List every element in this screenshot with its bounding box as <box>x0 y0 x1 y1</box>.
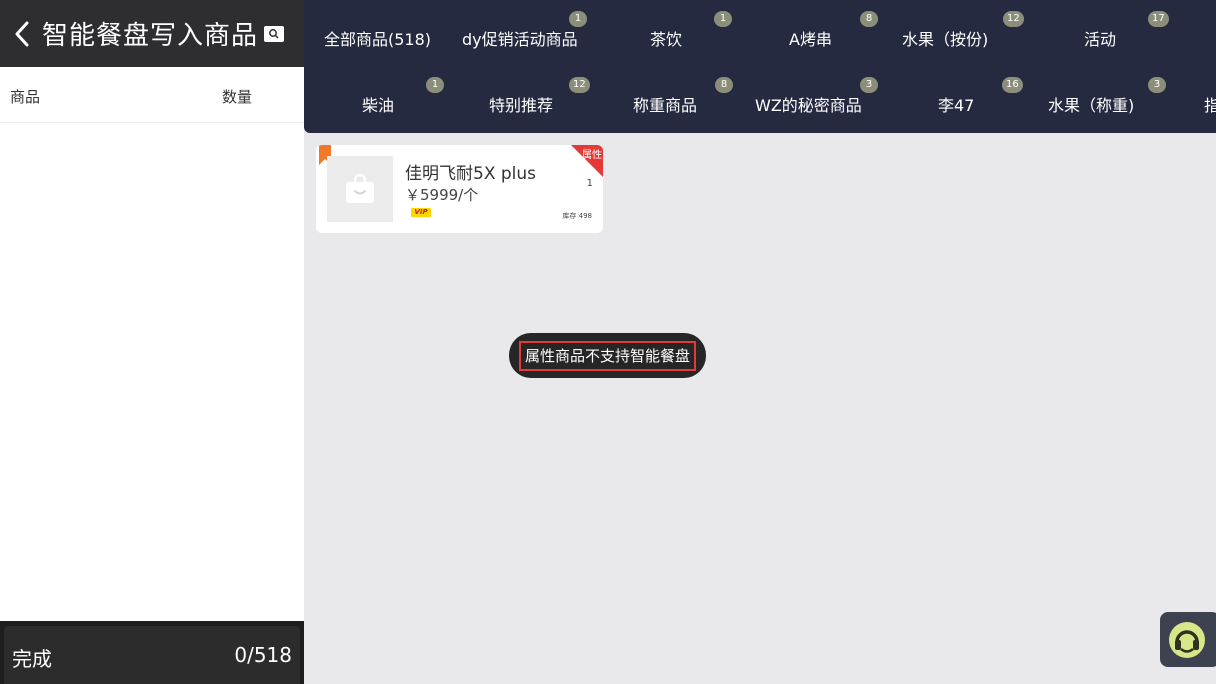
category-badge: 8 <box>860 11 878 27</box>
category-tab-tea[interactable]: 茶饮 1 <box>594 0 740 66</box>
category-label: 水果（按份) <box>902 30 989 49</box>
category-label: 李47 <box>938 96 975 115</box>
category-badge: 1 <box>714 11 732 27</box>
attribute-tag-label: 属性 <box>582 150 602 161</box>
category-badge: 8 <box>715 77 733 93</box>
product-image-placeholder <box>327 156 393 222</box>
vip-badge: VIP <box>411 208 431 217</box>
quantity-column-header: 数量 <box>222 88 253 106</box>
goods-column-header: 商品 <box>10 88 41 106</box>
selected-count: 0/518 <box>234 643 292 667</box>
category-bar: 全部商品(518) dy促销活动商品 1 茶饮 1 A烤串 8 水果（按份) 1… <box>304 0 1216 133</box>
category-badge: 17 <box>1148 11 1169 27</box>
done-button[interactable]: 完成 0/518 <box>4 626 300 684</box>
category-tab-partial[interactable]: 指 <box>1178 66 1216 132</box>
category-label: 柴油 <box>362 96 395 115</box>
category-badge: 3 <box>1148 77 1166 93</box>
category-badge: 12 <box>1003 11 1024 27</box>
footer-bar: 完成 0/518 <box>0 621 304 684</box>
toast-text: 属性商品不支持智能餐盘 <box>518 340 696 371</box>
category-tab-dy-promo[interactable]: dy促销活动商品 1 <box>446 0 594 66</box>
category-badge: 1 <box>569 11 587 27</box>
page-header: 智能餐盘写入商品 <box>0 0 304 67</box>
category-label: 活动 <box>1084 30 1117 49</box>
product-price: ￥5999/个 <box>405 186 479 204</box>
category-label: 全部商品(518) <box>324 30 432 49</box>
product-card[interactable]: 佳明飞耐5X plus ￥5999/个 VIP 属性 1 库存 498 <box>316 145 603 233</box>
customer-service-button[interactable] <box>1160 612 1216 667</box>
category-label: dy促销活动商品 <box>462 30 578 49</box>
category-tab-diesel[interactable]: 柴油 1 <box>304 66 446 132</box>
page-title: 智能餐盘写入商品 <box>42 21 259 51</box>
category-tab-fruit-weighed[interactable]: 水果（称重) 3 <box>1032 66 1178 132</box>
back-arrow-icon[interactable] <box>2 0 42 67</box>
category-tab-wz-secret[interactable]: WZ的秘密商品 3 <box>740 66 886 132</box>
category-label: 称重商品 <box>633 96 698 115</box>
category-label: 水果（称重) <box>1048 96 1135 115</box>
category-tab-li47[interactable]: 李47 16 <box>886 66 1032 132</box>
category-tab-fruit-portion[interactable]: 水果（按份) 12 <box>886 0 1032 66</box>
table-header: 商品 数量 <box>0 67 304 123</box>
done-label: 完成 <box>12 647 52 671</box>
shopping-bag-icon <box>346 174 374 203</box>
category-label: WZ的秘密商品 <box>755 96 862 115</box>
product-name: 佳明飞耐5X plus <box>405 164 537 184</box>
product-quantity: 1 <box>586 178 593 189</box>
category-label: 指 <box>1204 96 1216 115</box>
category-label: 特别推荐 <box>489 96 554 115</box>
category-badge: 1 <box>426 77 444 93</box>
category-tab-skewers[interactable]: A烤串 8 <box>740 0 886 66</box>
category-label: A烤串 <box>789 30 832 49</box>
category-tab-weighed[interactable]: 称重商品 8 <box>594 66 740 132</box>
category-tab-activity[interactable]: 活动 17 <box>1032 0 1178 66</box>
category-badge: 12 <box>569 77 590 93</box>
category-badge: 3 <box>860 77 878 93</box>
headset-icon <box>1169 621 1205 658</box>
category-badge: 16 <box>1002 77 1023 93</box>
category-tab-all[interactable]: 全部商品(518) <box>304 0 446 66</box>
category-label: 茶饮 <box>650 30 683 49</box>
search-icon[interactable] <box>264 25 285 42</box>
toast-message: 属性商品不支持智能餐盘 <box>509 333 706 378</box>
product-stock: 库存 498 <box>562 212 592 220</box>
selected-goods-panel: 智能餐盘写入商品 商品 数量 完成 0/518 <box>0 0 304 684</box>
category-tab-featured[interactable]: 特别推荐 12 <box>446 66 594 132</box>
